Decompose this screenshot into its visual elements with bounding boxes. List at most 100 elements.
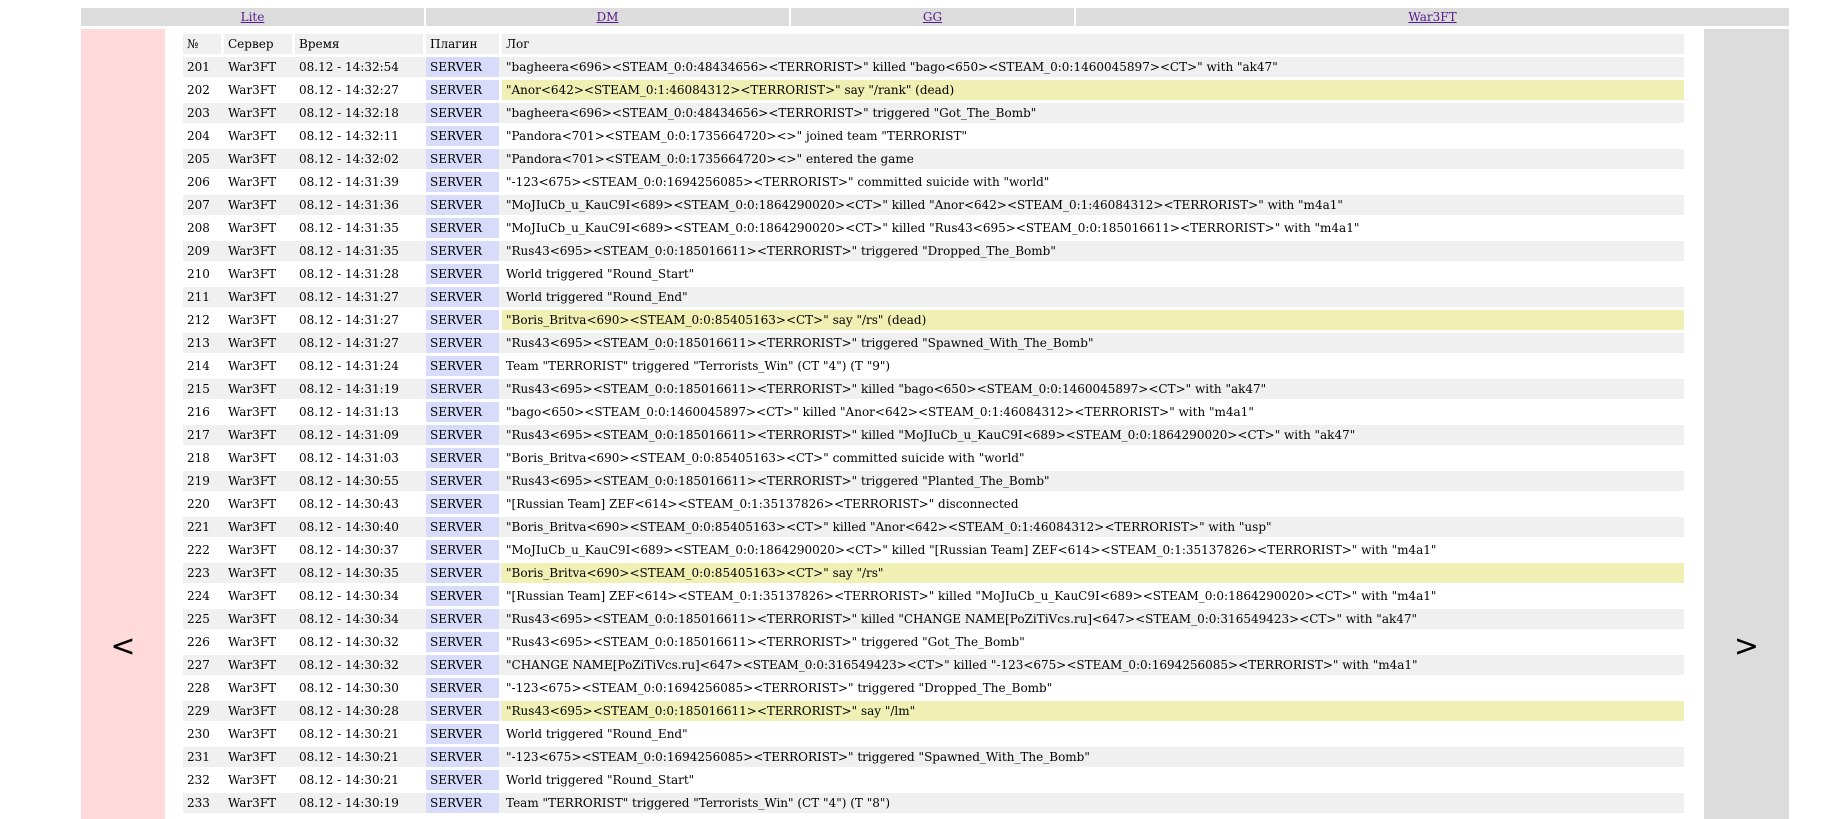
row-log: "Boris_Britva<690><STEAM_0:0:85405163><C… — [502, 448, 1684, 468]
row-server: War3FT — [224, 747, 292, 767]
row-number: 216 — [183, 402, 221, 422]
row-number: 206 — [183, 172, 221, 192]
row-time: 08.12 - 14:30:34 — [295, 586, 423, 606]
row-server: War3FT — [224, 609, 292, 629]
table-row: 203 War3FT 08.12 - 14:32:18 SERVER "bagheera… — [183, 103, 1684, 123]
table-row: 229 War3FT 08.12 - 14:30:28 SERVER "Rus43<69… — [183, 701, 1684, 721]
nav-link-dm[interactable]: DM — [597, 10, 619, 24]
row-number: 214 — [183, 356, 221, 376]
table-row: 230 War3FT 08.12 - 14:30:21 SERVER World tri… — [183, 724, 1684, 744]
row-number: 204 — [183, 126, 221, 146]
row-time: 08.12 - 14:32:54 — [295, 57, 423, 77]
row-time: 08.12 - 14:31:35 — [295, 218, 423, 238]
row-plugin: SERVER — [426, 172, 499, 192]
row-log: World triggered "Round_End" — [502, 287, 1684, 307]
row-log: World triggered "Round_Start" — [502, 770, 1684, 790]
row-log: Team "TERRORIST" triggered "Terrorists_W… — [502, 793, 1684, 813]
table-row: 209 War3FT 08.12 - 14:31:35 SERVER "Rus43<69… — [183, 241, 1684, 261]
row-log: "Anor<642><STEAM_0:1:46084312><TERRORIST… — [502, 80, 1684, 100]
row-plugin: SERVER — [426, 103, 499, 123]
row-number: 223 — [183, 563, 221, 583]
table-row: 233 War3FT 08.12 - 14:30:19 SERVER Team "TER… — [183, 793, 1684, 813]
row-plugin: SERVER — [426, 609, 499, 629]
log-table: № Сервер Время Плагин Лог 201 War3FT 08.12… — [183, 31, 1684, 816]
row-number: 230 — [183, 724, 221, 744]
row-number: 209 — [183, 241, 221, 261]
row-time: 08.12 - 14:31:36 — [295, 195, 423, 215]
row-server: War3FT — [224, 793, 292, 813]
row-time: 08.12 - 14:30:43 — [295, 494, 423, 514]
table-row: 210 War3FT 08.12 - 14:31:28 SERVER World tri… — [183, 264, 1684, 284]
header-time: Время — [295, 34, 423, 54]
table-row: 213 War3FT 08.12 - 14:31:27 SERVER "Rus43<69… — [183, 333, 1684, 353]
row-server: War3FT — [224, 494, 292, 514]
row-number: 221 — [183, 517, 221, 537]
row-number: 201 — [183, 57, 221, 77]
table-row: 226 War3FT 08.12 - 14:30:32 SERVER "Rus43<69… — [183, 632, 1684, 652]
row-server: War3FT — [224, 172, 292, 192]
row-log: "Pandora<701><STEAM_0:0:1735664720><>" j… — [502, 126, 1684, 146]
prev-page-panel[interactable]: < — [81, 29, 165, 819]
row-number: 210 — [183, 264, 221, 284]
top-navigation: Lite DM GG War3FT — [81, 8, 1789, 26]
table-row: 214 War3FT 08.12 - 14:31:24 SERVER Team "TER… — [183, 356, 1684, 376]
row-log: World triggered "Round_Start" — [502, 264, 1684, 284]
next-page-panel[interactable]: > — [1704, 29, 1789, 819]
row-log: "Boris_Britva<690><STEAM_0:0:85405163><C… — [502, 563, 1684, 583]
row-time: 08.12 - 14:30:30 — [295, 678, 423, 698]
row-plugin: SERVER — [426, 425, 499, 445]
nav-link-lite[interactable]: Lite — [241, 10, 265, 24]
row-number: 207 — [183, 195, 221, 215]
row-number: 229 — [183, 701, 221, 721]
row-number: 228 — [183, 678, 221, 698]
table-row: 220 War3FT 08.12 - 14:30:43 SERVER "[Russian… — [183, 494, 1684, 514]
row-time: 08.12 - 14:30:32 — [295, 632, 423, 652]
table-row: 206 War3FT 08.12 - 14:31:39 SERVER "-123<675… — [183, 172, 1684, 192]
row-time: 08.12 - 14:30:21 — [295, 770, 423, 790]
row-log: "Rus43<695><STEAM_0:0:185016611><TERRORI… — [502, 333, 1684, 353]
table-row: 218 War3FT 08.12 - 14:31:03 SERVER "Boris_Br… — [183, 448, 1684, 468]
table-row: 205 War3FT 08.12 - 14:32:02 SERVER "Pandora<… — [183, 149, 1684, 169]
table-row: 223 War3FT 08.12 - 14:30:35 SERVER "Boris_Br… — [183, 563, 1684, 583]
next-page-arrow[interactable]: > — [1704, 629, 1789, 664]
nav-link-war3ft[interactable]: War3FT — [1408, 10, 1456, 24]
row-time: 08.12 - 14:30:32 — [295, 655, 423, 675]
row-plugin: SERVER — [426, 195, 499, 215]
row-log: "Rus43<695><STEAM_0:0:185016611><TERRORI… — [502, 379, 1684, 399]
row-plugin: SERVER — [426, 448, 499, 468]
row-number: 222 — [183, 540, 221, 560]
row-log: "[Russian Team] ZEF<614><STEAM_0:1:35137… — [502, 586, 1684, 606]
row-plugin: SERVER — [426, 356, 499, 376]
row-time: 08.12 - 14:30:19 — [295, 793, 423, 813]
row-server: War3FT — [224, 287, 292, 307]
row-number: 202 — [183, 80, 221, 100]
row-log: "-123<675><STEAM_0:0:1694256085><TERRORI… — [502, 678, 1684, 698]
row-time: 08.12 - 14:30:35 — [295, 563, 423, 583]
row-server: War3FT — [224, 678, 292, 698]
table-row: 212 War3FT 08.12 - 14:31:27 SERVER "Boris_Br… — [183, 310, 1684, 330]
row-time: 08.12 - 14:32:27 — [295, 80, 423, 100]
table-row: 227 War3FT 08.12 - 14:30:32 SERVER "CHANGE N… — [183, 655, 1684, 675]
prev-page-arrow[interactable]: < — [81, 629, 165, 664]
row-plugin: SERVER — [426, 57, 499, 77]
row-plugin: SERVER — [426, 333, 499, 353]
row-time: 08.12 - 14:30:28 — [295, 701, 423, 721]
row-log: Team "TERRORIST" triggered "Terrorists_W… — [502, 356, 1684, 376]
row-plugin: SERVER — [426, 310, 499, 330]
row-log: "Rus43<695><STEAM_0:0:185016611><TERRORI… — [502, 632, 1684, 652]
row-log: "bagheera<696><STEAM_0:0:48434656><TERRO… — [502, 57, 1684, 77]
row-server: War3FT — [224, 379, 292, 399]
row-log: "Boris_Britva<690><STEAM_0:0:85405163><C… — [502, 517, 1684, 537]
row-log: "Pandora<701><STEAM_0:0:1735664720><>" e… — [502, 149, 1684, 169]
row-number: 208 — [183, 218, 221, 238]
nav-link-gg[interactable]: GG — [923, 10, 942, 24]
row-time: 08.12 - 14:30:55 — [295, 471, 423, 491]
row-plugin: SERVER — [426, 563, 499, 583]
row-plugin: SERVER — [426, 218, 499, 238]
row-plugin: SERVER — [426, 126, 499, 146]
row-server: War3FT — [224, 701, 292, 721]
header-server: Сервер — [224, 34, 292, 54]
row-server: War3FT — [224, 241, 292, 261]
table-row: 222 War3FT 08.12 - 14:30:37 SERVER "MoJIuCb_… — [183, 540, 1684, 560]
row-plugin: SERVER — [426, 540, 499, 560]
